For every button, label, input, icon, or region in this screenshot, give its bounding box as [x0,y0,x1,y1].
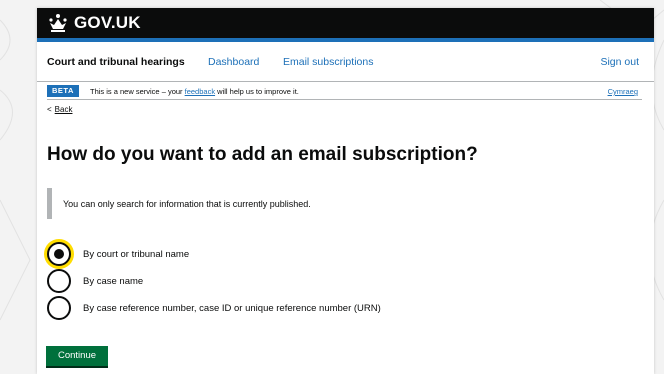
radio-option-case-reference[interactable]: By case reference number, case ID or uni… [47,296,381,320]
chevron-left-icon: < [47,105,52,114]
feedback-link[interactable]: feedback [185,87,215,96]
phase-text-before: This is a new service – your [90,87,185,96]
radio-label-court-name[interactable]: By court or tribunal name [83,249,189,260]
govuk-logo-link[interactable]: GOV.UK [47,12,141,34]
nav-email-subscriptions-link[interactable]: Email subscriptions [283,56,373,68]
welsh-language-link[interactable]: Cymraeg [608,87,638,96]
phase-text-after: will help us to improve it. [215,87,299,96]
inset-text-content: You can only search for information that… [63,199,311,209]
service-name-link[interactable]: Court and tribunal hearings [47,56,185,68]
crown-icon [49,14,67,32]
browser-page: GOV.UK Court and tribunal hearings Dashb… [37,8,654,374]
inset-text: You can only search for information that… [47,188,467,219]
radio-label-case-reference[interactable]: By case reference number, case ID or uni… [83,303,381,314]
sign-out-link[interactable]: Sign out [600,56,639,68]
radio-option-case-name[interactable]: By case name [47,269,143,293]
govuk-header: GOV.UK [37,8,654,38]
beta-tag: BETA [47,85,79,97]
phase-banner-text: This is a new service – your feedback wi… [90,87,299,96]
nav-dashboard-link[interactable]: Dashboard [208,56,259,68]
phase-banner: BETA This is a new service – your feedba… [47,82,642,100]
radio-selected-dot [54,249,64,259]
service-navigation: Court and tribunal hearings Dashboard Em… [37,42,654,82]
radio-option-court-name[interactable]: By court or tribunal name [47,242,189,266]
continue-button[interactable]: Continue [46,346,108,366]
radio-button[interactable] [47,296,71,320]
page-title: How do you want to add an email subscrip… [47,144,478,165]
radio-button[interactable] [47,269,71,293]
back-link[interactable]: < Back [47,105,72,114]
radio-label-case-name[interactable]: By case name [83,276,143,287]
back-link-label: Back [54,105,73,114]
radio-button-checked[interactable] [47,242,71,266]
govuk-logo-text: GOV.UK [74,13,141,32]
